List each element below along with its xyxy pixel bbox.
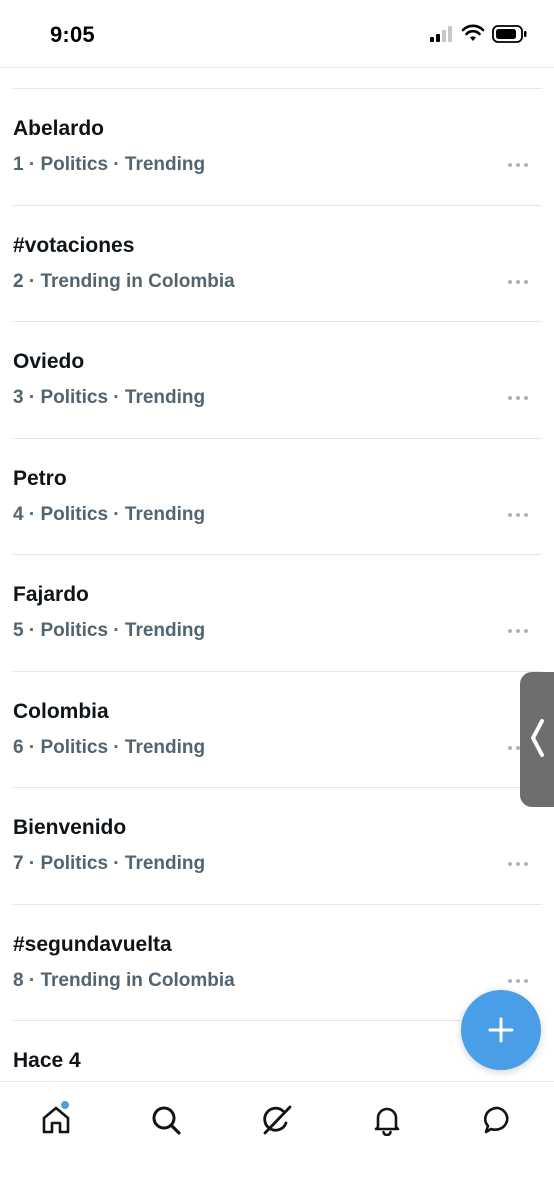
search-icon <box>152 1106 181 1135</box>
trend-meta: 6 · Politics · Trending <box>13 736 206 758</box>
bottom-nav <box>0 1081 554 1200</box>
trend-name: Bienvenido <box>13 816 127 839</box>
trend-meta: 1 · Politics · Trending <box>13 154 206 175</box>
trend-name: #votaciones <box>13 233 135 257</box>
nav-grok[interactable] <box>257 1100 297 1140</box>
trend-item[interactable]: #votaciones 2 · Trending in Colombia <box>0 206 554 322</box>
wifi-icon <box>461 24 485 41</box>
trend-name: Petro <box>13 466 67 490</box>
more-options-icon[interactable] <box>506 511 530 519</box>
trend-meta: 5 · Politics · Trending <box>13 620 206 641</box>
trend-name: Hace 4 <box>13 1049 81 1072</box>
trend-item[interactable]: Abelardo 1 · Politics · Trending <box>0 89 554 206</box>
more-options-icon[interactable] <box>506 977 530 985</box>
more-options-icon[interactable] <box>506 860 530 868</box>
trend-name: Colombia <box>13 699 109 723</box>
trend-item[interactable]: Fajardo 5 · Politics · Trending <box>0 555 554 672</box>
trend-meta: 8 · Trending in Colombia <box>13 969 235 991</box>
trend-item[interactable]: Petro 4 · Politics · Trending <box>0 439 554 555</box>
bell-icon <box>374 1107 400 1136</box>
nav-messages[interactable] <box>478 1100 518 1140</box>
chevron-left-icon <box>531 719 544 757</box>
nav-search[interactable] <box>146 1100 186 1140</box>
trend-item[interactable]: Oviedo 3 · Politics · Trending <box>0 322 554 439</box>
grok-icon <box>263 1105 292 1135</box>
status-bar: 9:05 <box>0 0 554 68</box>
trend-meta: 2 · Trending in Colombia <box>13 270 235 292</box>
plus-icon <box>488 1017 514 1043</box>
battery-icon <box>492 25 527 43</box>
trend-meta: 4 · Politics · Trending <box>13 503 206 525</box>
nav-home[interactable] <box>36 1100 76 1140</box>
more-options-icon[interactable] <box>506 394 530 402</box>
trend-item[interactable]: Colombia 6 · Politics · Trending <box>0 672 554 788</box>
message-bubble-icon <box>483 1106 509 1134</box>
trend-meta: 3 · Politics · Trending <box>13 387 206 408</box>
trend-name: Oviedo <box>13 350 85 373</box>
trend-meta: 7 · Politics · Trending <box>13 853 206 874</box>
compose-button[interactable] <box>461 990 541 1070</box>
trend-name: Abelardo <box>13 117 105 140</box>
more-options-icon[interactable] <box>506 627 530 635</box>
trend-name: Fajardo <box>13 583 89 606</box>
side-panel-handle[interactable] <box>520 672 554 807</box>
nav-notifications[interactable] <box>367 1100 407 1140</box>
trend-item[interactable]: Bienvenido 7 · Politics · Trending <box>0 788 554 905</box>
cellular-signal-icon <box>430 26 452 42</box>
notification-dot <box>60 1100 70 1110</box>
more-options-icon[interactable] <box>506 161 530 169</box>
more-options-icon[interactable] <box>506 278 530 286</box>
trend-name: #segundavuelta <box>13 932 172 956</box>
status-time: 9:05 <box>50 22 95 47</box>
